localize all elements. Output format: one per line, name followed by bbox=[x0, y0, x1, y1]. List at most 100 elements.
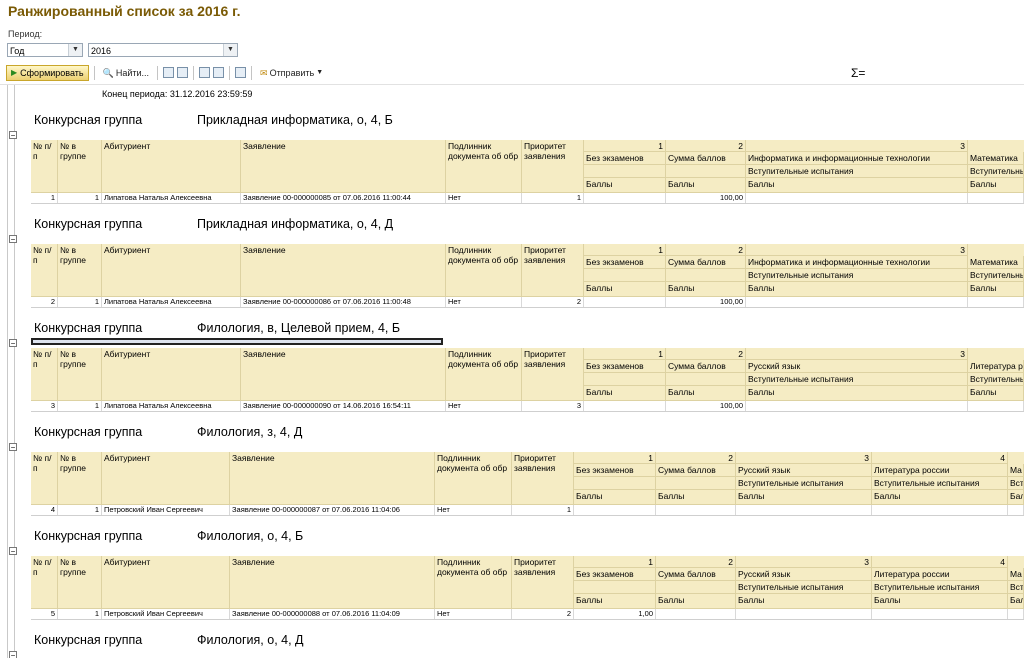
row-divider bbox=[31, 619, 1024, 620]
collapse-toggle[interactable]: − bbox=[9, 443, 17, 452]
table-cell[interactable]: 1 bbox=[522, 193, 584, 203]
group-name: Прикладная информатика, о, 4, Б bbox=[197, 113, 393, 127]
subject-name: Литература россии bbox=[968, 360, 1024, 373]
table-cell[interactable]: Заявление 00-000000090 от 14.06.2016 16:… bbox=[241, 401, 446, 411]
generate-button[interactable]: ▶ Сформировать bbox=[6, 64, 89, 81]
table-cell[interactable]: 1 bbox=[31, 193, 58, 203]
group-label: Конкурсная группа bbox=[34, 113, 143, 127]
header-cell: Баллы bbox=[666, 386, 746, 401]
print-preview-icon[interactable] bbox=[213, 67, 225, 78]
collapse-toggle[interactable]: − bbox=[9, 547, 17, 556]
table-cell[interactable]: 4 bbox=[31, 505, 58, 515]
table-cell[interactable]: 3 bbox=[522, 401, 584, 411]
column-number: 2 bbox=[656, 556, 736, 568]
copy-icon[interactable] bbox=[163, 67, 175, 78]
table-cell[interactable]: Нет bbox=[446, 193, 522, 203]
group-title: Конкурсная группа Филология, з, 4, Д bbox=[34, 425, 302, 439]
table-cell[interactable]: 5 bbox=[31, 609, 58, 619]
table-cell[interactable]: 100,00 bbox=[666, 297, 746, 307]
header-cell: Баллы bbox=[666, 282, 746, 297]
table-cell[interactable]: 1 bbox=[58, 609, 102, 619]
table-cell[interactable] bbox=[1008, 609, 1024, 619]
table-cell[interactable]: 2 bbox=[31, 297, 58, 307]
table-cell[interactable]: Нет bbox=[435, 609, 512, 619]
table-cell[interactable]: Липатова Наталья Алексеевна bbox=[102, 401, 241, 411]
table-cell[interactable] bbox=[736, 609, 872, 619]
table-cell[interactable]: 3 bbox=[31, 401, 58, 411]
table-cell[interactable]: 1,00 bbox=[574, 609, 656, 619]
table-cell[interactable]: 1 bbox=[58, 193, 102, 203]
row-divider bbox=[31, 515, 1024, 516]
column-number: 1 bbox=[574, 556, 656, 568]
table-cell[interactable] bbox=[746, 401, 968, 411]
table-cell[interactable]: Петровский Иван Сергеевич bbox=[102, 505, 230, 515]
table-cell[interactable] bbox=[574, 505, 656, 515]
table-cell[interactable]: 1 bbox=[58, 505, 102, 515]
header-cell: Без экзаменов bbox=[574, 568, 656, 581]
table-cell[interactable] bbox=[584, 193, 666, 203]
table-cell[interactable]: 1 bbox=[58, 401, 102, 411]
table-cell[interactable] bbox=[656, 609, 736, 619]
table-cell[interactable]: 100,00 bbox=[666, 193, 746, 203]
table-cell[interactable]: 100,00 bbox=[666, 401, 746, 411]
print-icon[interactable] bbox=[199, 67, 211, 78]
period-value-select[interactable]: 2016 ▼ bbox=[88, 43, 238, 57]
collapse-toggle[interactable]: − bbox=[9, 131, 17, 140]
header-cell: Вступительные испытания bbox=[1008, 581, 1024, 594]
group-name: Филология, з, 4, Д bbox=[197, 425, 303, 439]
header-cell: Баллы bbox=[656, 490, 736, 505]
column-number: 2 bbox=[656, 452, 736, 464]
find-button[interactable]: 🔍 Найти... bbox=[100, 65, 152, 81]
table-cell[interactable]: 1 bbox=[512, 505, 574, 515]
paste-icon[interactable] bbox=[177, 67, 189, 78]
chevron-down-icon[interactable]: ▼ bbox=[223, 44, 237, 56]
table-cell[interactable]: Заявление 00-000000085 от 07.06.2016 11:… bbox=[241, 193, 446, 203]
table-cell[interactable]: Заявление 00-000000086 от 07.06.2016 11:… bbox=[241, 297, 446, 307]
chevron-down-icon[interactable]: ▼ bbox=[68, 44, 82, 56]
column-number: 3 bbox=[746, 348, 968, 360]
table-cell[interactable] bbox=[872, 609, 1008, 619]
send-button[interactable]: ✉ Отправить ▼ bbox=[257, 65, 326, 81]
table-cell[interactable]: Липатова Наталья Алексеевна bbox=[102, 193, 241, 203]
header-cell: Без экзаменов bbox=[584, 152, 666, 165]
table-cell[interactable] bbox=[584, 401, 666, 411]
table-cell[interactable] bbox=[746, 193, 968, 203]
subject-name: Информатика и информационные технологии bbox=[746, 152, 968, 165]
table-cell[interactable] bbox=[656, 505, 736, 515]
table-cell[interactable]: 2 bbox=[522, 297, 584, 307]
table-cell[interactable] bbox=[872, 505, 1008, 515]
table-cell[interactable]: Заявление 00-000000088 от 07.06.2016 11:… bbox=[230, 609, 435, 619]
column-number: 3 bbox=[746, 244, 968, 256]
header-cell: Приоритет заявления bbox=[522, 244, 584, 297]
collapse-toggle[interactable]: − bbox=[9, 235, 17, 244]
column-number: 3 bbox=[736, 452, 872, 464]
table-cell[interactable] bbox=[1008, 505, 1024, 515]
header-cell: № п/п bbox=[31, 452, 58, 505]
selected-cell[interactable] bbox=[31, 338, 443, 345]
subject-name: Математика bbox=[968, 256, 1024, 269]
table-cell[interactable] bbox=[736, 505, 872, 515]
table-cell[interactable]: Нет bbox=[446, 297, 522, 307]
header-cell: Заявление bbox=[241, 140, 446, 193]
table-cell[interactable] bbox=[968, 193, 1024, 203]
collapse-toggle[interactable]: − bbox=[9, 339, 17, 348]
table-cell[interactable]: Петровский Иван Сергеевич bbox=[102, 609, 230, 619]
table-cell[interactable] bbox=[746, 297, 968, 307]
table-cell[interactable] bbox=[968, 401, 1024, 411]
toolbar-divider bbox=[193, 65, 195, 80]
table-cell[interactable]: 1 bbox=[58, 297, 102, 307]
report-sheet[interactable]: Конец периода: 31.12.2016 23:59:59 − Конк… bbox=[0, 84, 1024, 658]
save-icon[interactable] bbox=[235, 67, 247, 78]
period-type-select[interactable]: Год ▼ bbox=[7, 43, 83, 57]
table-cell[interactable]: Заявление 00-000000087 от 07.06.2016 11:… bbox=[230, 505, 435, 515]
table-cell[interactable] bbox=[968, 297, 1024, 307]
header-cell: Баллы bbox=[574, 594, 656, 609]
table-cell[interactable] bbox=[584, 297, 666, 307]
grouping-gutter bbox=[7, 85, 8, 658]
table-cell[interactable]: 2 bbox=[512, 609, 574, 619]
table-cell[interactable]: Липатова Наталья Алексеевна bbox=[102, 297, 241, 307]
table-cell[interactable]: Нет bbox=[435, 505, 512, 515]
group-name: Филология, о, 4, Д bbox=[197, 633, 304, 647]
header-cell: № в группе bbox=[58, 244, 102, 297]
table-cell[interactable]: Нет bbox=[446, 401, 522, 411]
